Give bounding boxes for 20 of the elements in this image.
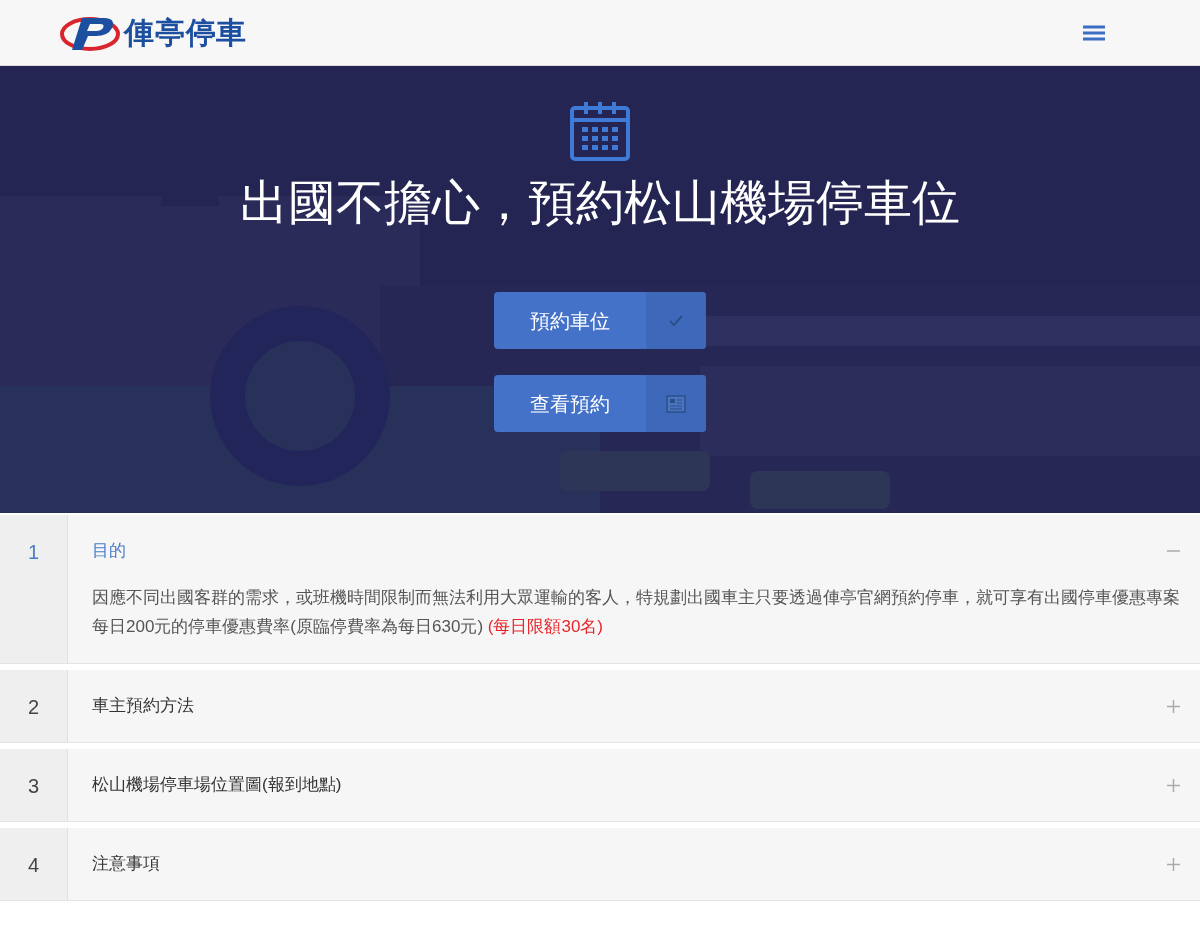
- section-number: 3: [27, 774, 40, 799]
- document-icon: [666, 394, 686, 413]
- logo-text: 俥亭停車: [124, 15, 247, 51]
- expand-icon: [1167, 857, 1180, 871]
- section-body: 因應不同出國客群的需求，或班機時間限制而無法利用大眾運輸的客人，特規劃出國車主只要透過俥亭官網預約停車，就可享有出國停車優惠專案每日200元的停車優惠費率(原臨停費率為每日630元) (每日限額30名): [92, 587, 1180, 638]
- hero-title: 出國不擔心，預約松山機場停車位: [240, 175, 960, 231]
- section-header[interactable]: 車主預約方法: [92, 670, 1180, 742]
- expand-icon: [1167, 699, 1180, 713]
- expand-icon: [1167, 778, 1180, 792]
- section-number: 1: [27, 540, 40, 565]
- section-number: 4: [27, 853, 40, 878]
- section-header[interactable]: 目的: [92, 515, 1180, 587]
- section-number: 2: [27, 695, 40, 720]
- section-header[interactable]: 注意事項: [92, 828, 1180, 900]
- calendar-icon: [569, 100, 631, 162]
- action-button[interactable]: 預約車位: [494, 292, 706, 350]
- menu-icon[interactable]: [1083, 24, 1105, 41]
- check-icon: [668, 313, 684, 328]
- section-header[interactable]: 松山機場停車場位置圖(報到地點): [92, 749, 1180, 821]
- action-button[interactable]: 查看預約: [494, 375, 706, 433]
